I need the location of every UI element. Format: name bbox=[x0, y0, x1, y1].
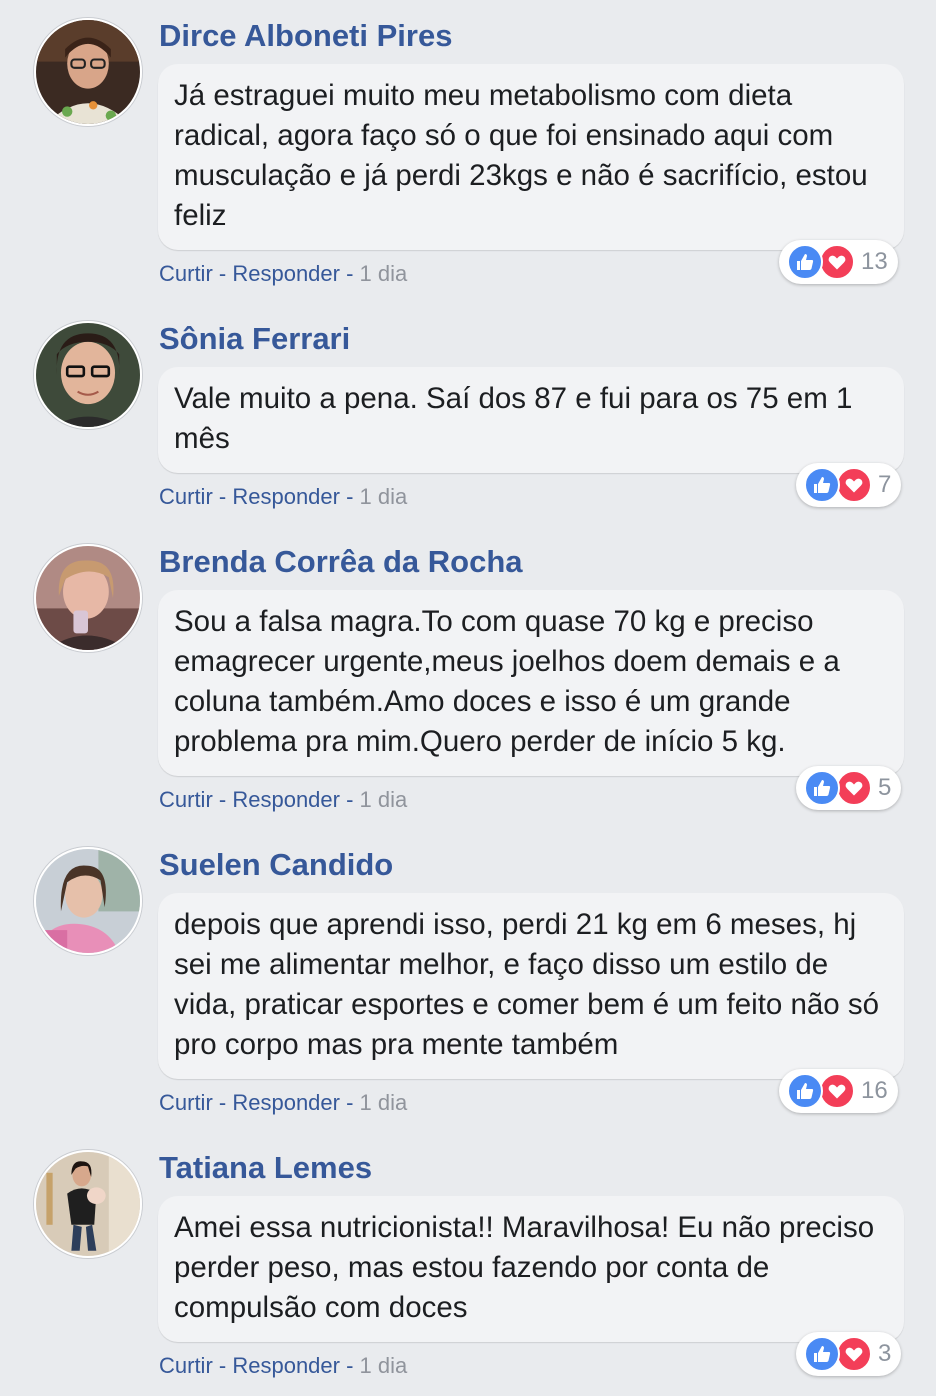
separator: - bbox=[212, 1090, 233, 1115]
author-name[interactable]: Dirce Alboneti Pires bbox=[159, 18, 452, 54]
reaction-summary[interactable]: 7 bbox=[796, 463, 902, 507]
reply-link[interactable]: Responder bbox=[232, 484, 340, 509]
reaction-summary[interactable]: 16 bbox=[779, 1069, 898, 1113]
like-icon bbox=[804, 467, 840, 503]
comment-bubble: Sou a falsa magra.To com quase 70 kg e p… bbox=[158, 590, 904, 776]
reaction-count: 5 bbox=[878, 774, 892, 801]
comment-text: Já estraguei muito meu metabolismo com d… bbox=[174, 79, 868, 232]
reply-link[interactable]: Responder bbox=[232, 1090, 340, 1115]
avatar-photo bbox=[36, 1152, 140, 1256]
reaction-summary[interactable]: 13 bbox=[779, 240, 898, 284]
like-link[interactable]: Curtir bbox=[159, 484, 213, 509]
reply-link[interactable]: Responder bbox=[232, 1353, 340, 1378]
comment-bubble: Amei essa nutricionista!! Maravilhosa! E… bbox=[158, 1196, 904, 1342]
separator: - bbox=[339, 484, 360, 509]
avatar-photo bbox=[36, 323, 140, 427]
reaction-summary[interactable]: 3 bbox=[796, 1332, 902, 1376]
reaction-count: 13 bbox=[861, 248, 888, 275]
separator: - bbox=[212, 261, 233, 286]
separator: - bbox=[339, 787, 360, 812]
separator: - bbox=[339, 1090, 360, 1115]
avatar-photo bbox=[36, 546, 140, 650]
comment-actions: Curtir - Responder - 1 dia bbox=[159, 261, 407, 287]
avatar[interactable] bbox=[34, 847, 142, 955]
like-icon bbox=[787, 244, 823, 280]
comment-bubble: depois que aprendi isso, perdi 21 kg em … bbox=[158, 893, 904, 1079]
reaction-summary[interactable]: 5 bbox=[796, 766, 902, 810]
avatar[interactable] bbox=[34, 1150, 142, 1258]
like-link[interactable]: Curtir bbox=[159, 261, 213, 286]
comment-actions: Curtir - Responder - 1 dia bbox=[159, 484, 407, 510]
like-link[interactable]: Curtir bbox=[159, 787, 213, 812]
comment-text: Sou a falsa magra.To com quase 70 kg e p… bbox=[174, 605, 840, 758]
avatar[interactable] bbox=[34, 321, 142, 429]
comment-text: depois que aprendi isso, perdi 21 kg em … bbox=[174, 908, 880, 1061]
author-name[interactable]: Tatiana Lemes bbox=[159, 1150, 372, 1186]
comment-list: Dirce Alboneti Pires Já estraguei muito … bbox=[0, 0, 936, 1396]
avatar[interactable] bbox=[34, 18, 142, 126]
love-icon bbox=[819, 244, 855, 280]
reply-link[interactable]: Responder bbox=[232, 787, 340, 812]
separator: - bbox=[212, 1353, 233, 1378]
like-icon bbox=[804, 770, 840, 806]
comment-actions: Curtir - Responder - 1 dia bbox=[159, 1090, 407, 1116]
love-icon bbox=[836, 1336, 872, 1372]
comment-text: Amei essa nutricionista!! Maravilhosa! E… bbox=[174, 1211, 875, 1324]
separator: - bbox=[339, 261, 360, 286]
avatar[interactable] bbox=[34, 544, 142, 652]
timestamp[interactable]: 1 dia bbox=[360, 1090, 408, 1115]
avatar-photo bbox=[36, 849, 140, 953]
separator: - bbox=[212, 484, 233, 509]
love-icon bbox=[819, 1073, 855, 1109]
comment-actions: Curtir - Responder - 1 dia bbox=[159, 1353, 407, 1379]
author-name[interactable]: Sônia Ferrari bbox=[159, 321, 350, 357]
author-name[interactable]: Suelen Candido bbox=[159, 847, 393, 883]
separator: - bbox=[339, 1353, 360, 1378]
reaction-count: 16 bbox=[861, 1077, 888, 1104]
like-link[interactable]: Curtir bbox=[159, 1353, 213, 1378]
like-link[interactable]: Curtir bbox=[159, 1090, 213, 1115]
like-icon bbox=[804, 1336, 840, 1372]
separator: - bbox=[212, 787, 233, 812]
comment-bubble: Vale muito a pena. Saí dos 87 e fui para… bbox=[158, 367, 904, 473]
timestamp[interactable]: 1 dia bbox=[360, 484, 408, 509]
timestamp[interactable]: 1 dia bbox=[360, 1353, 408, 1378]
author-name[interactable]: Brenda Corrêa da Rocha bbox=[159, 544, 523, 580]
timestamp[interactable]: 1 dia bbox=[360, 261, 408, 286]
reaction-count: 3 bbox=[878, 1340, 892, 1367]
love-icon bbox=[836, 467, 872, 503]
avatar-photo bbox=[36, 20, 140, 124]
comment-bubble: Já estraguei muito meu metabolismo com d… bbox=[158, 64, 904, 250]
love-icon bbox=[836, 770, 872, 806]
reply-link[interactable]: Responder bbox=[232, 261, 340, 286]
reaction-count: 7 bbox=[878, 471, 892, 498]
comment-actions: Curtir - Responder - 1 dia bbox=[159, 787, 407, 813]
comment-text: Vale muito a pena. Saí dos 87 e fui para… bbox=[174, 382, 853, 455]
like-icon bbox=[787, 1073, 823, 1109]
timestamp[interactable]: 1 dia bbox=[360, 787, 408, 812]
